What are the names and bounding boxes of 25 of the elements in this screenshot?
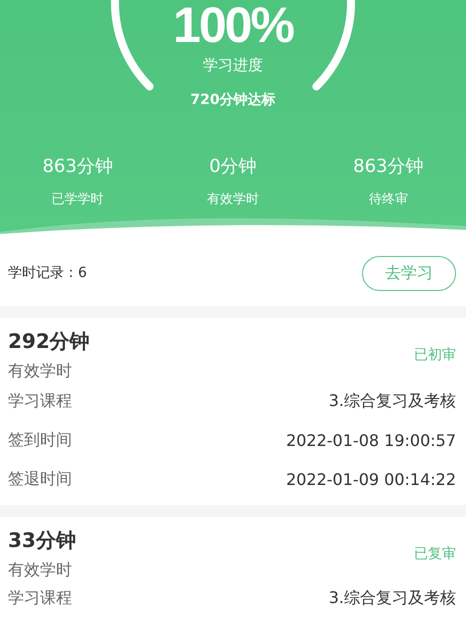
stat-value: 0分钟: [209, 155, 257, 178]
field-value: 2022-01-08 19:00:57: [286, 431, 456, 450]
field-label: 签到时间: [8, 430, 72, 451]
review-status: 已复审: [414, 545, 456, 563]
field-label: 签退时间: [8, 469, 72, 490]
field-value: 3.综合复习及考核: [328, 391, 456, 412]
stat-label: 待终审: [368, 191, 408, 208]
record-minutes-label: 有效学时: [8, 361, 73, 382]
target-text: 720分钟达标: [190, 91, 276, 109]
records-count: 学时记录：6: [8, 264, 87, 282]
progress-label: 学习进度: [203, 56, 263, 75]
field-value: 3.综合复习及考核: [328, 588, 456, 608]
record-minutes: 292分钟: [8, 328, 90, 355]
stat-value: 863分钟: [353, 155, 424, 178]
record-minutes-label: 有效学时: [8, 560, 73, 581]
study-button[interactable]: 去学习: [362, 256, 456, 290]
progress-percent: 100%: [173, 0, 293, 50]
field-value: 2022-01-09 00:14:22: [286, 470, 456, 489]
record-minutes: 33分钟: [8, 527, 76, 554]
stat-value: 863分钟: [42, 155, 113, 178]
field-label: 学习课程: [8, 391, 72, 412]
stat-label: 有效学时: [206, 191, 259, 208]
stat-label: 已学学时: [52, 191, 104, 208]
review-status: 已初审: [414, 346, 456, 364]
field-label: 学习课程: [8, 588, 72, 608]
